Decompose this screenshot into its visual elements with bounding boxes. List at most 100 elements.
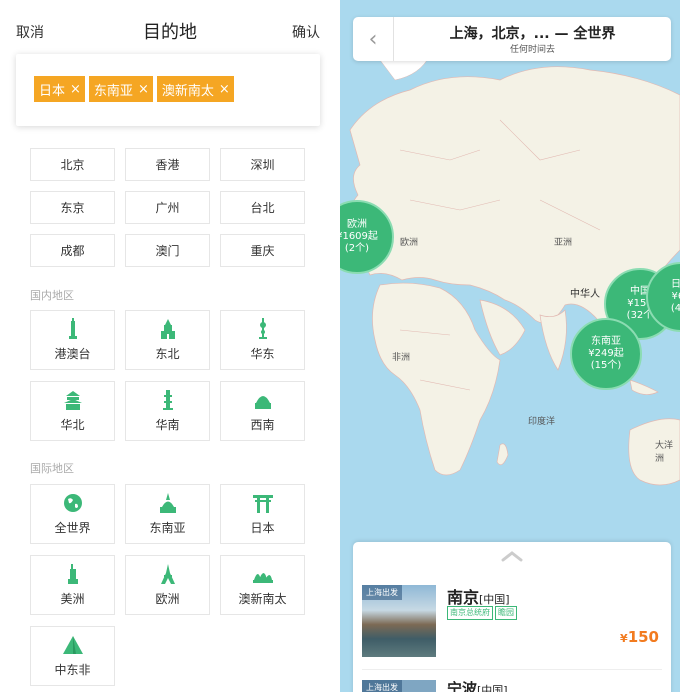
bubble-name: 东南亚 (591, 336, 621, 347)
selected-destinations: 日本 × 东南亚 × 澳新南太 × (16, 54, 320, 126)
city-chengdu[interactable]: 成都 (30, 234, 115, 267)
departure-tag: 上海出发 (362, 680, 402, 692)
city-chongqing[interactable]: 重庆 (220, 234, 305, 267)
region-label: 中东非 (54, 663, 91, 677)
bubble-price: ¥249起 (588, 348, 624, 359)
city-shenzhen[interactable]: 深圳 (220, 148, 305, 181)
attraction-tags: 南京总统府 瞻园 (447, 606, 517, 620)
region-north[interactable]: 华北 (30, 381, 115, 441)
selected-chip-oceania[interactable]: 澳新南太 × (156, 76, 234, 102)
bubble-name: 欧洲 (347, 219, 367, 230)
statue-of-liberty-icon (67, 564, 78, 584)
bubble-count: (4个 (670, 303, 680, 314)
pagoda-icon (162, 390, 173, 410)
map-label-africa: 非洲 (392, 353, 411, 363)
map-bubble-southeast-asia[interactable]: 东南亚 ¥249起 (15个) (570, 318, 642, 390)
city-tokyo[interactable]: 东京 (30, 191, 115, 224)
city-macau[interactable]: 澳门 (125, 234, 210, 267)
region-label: 美洲 (60, 592, 85, 606)
selected-chip-japan[interactable]: 日本 × (34, 76, 85, 102)
destination-name[interactable]: 宁波[中国] (447, 678, 508, 692)
region-world[interactable]: 全世界 (30, 484, 115, 544)
tv-tower-icon (258, 318, 267, 339)
bubble-price: ¥61 (671, 291, 680, 302)
international-section-label: 国际地区 (30, 462, 74, 475)
route-title: 上海，北京，... — 全世界 (449, 26, 616, 42)
confirm-button[interactable]: 确认 (292, 22, 320, 42)
route-subtitle: 任何时间去 (509, 45, 555, 55)
region-southwest[interactable]: 西南 (220, 381, 305, 441)
region-label: 澳新南太 (238, 592, 287, 606)
region-east[interactable]: 华东 (220, 310, 305, 370)
destination-price: ¥150 (620, 628, 659, 646)
cathedral-icon (160, 319, 175, 339)
city-taipei[interactable]: 台北 (220, 191, 305, 224)
region-southeast-asia[interactable]: 东南亚 (125, 484, 210, 544)
stupa-icon (159, 493, 176, 513)
region-label: 欧洲 (155, 592, 180, 606)
back-icon[interactable]: ‹ (353, 17, 394, 61)
region-label: 西南 (250, 418, 275, 432)
region-label: 东南亚 (149, 521, 186, 535)
remove-icon[interactable]: × (138, 82, 149, 97)
region-label: 华北 (60, 418, 85, 432)
region-label: 港澳台 (54, 347, 91, 361)
divider (362, 669, 662, 670)
search-bar[interactable]: ‹ 上海，北京，... — 全世界 任何时间去 (353, 17, 671, 61)
palace-icon (254, 396, 271, 409)
map-label-oceania: 大洋洲 (655, 441, 674, 464)
city-hongkong[interactable]: 香港 (125, 148, 210, 181)
globe-icon (63, 494, 82, 512)
region-europe[interactable]: 欧洲 (125, 555, 210, 615)
region-oceania[interactable]: 澳新南太 (220, 555, 305, 615)
attraction-tag: 瞻园 (495, 606, 517, 620)
region-japan[interactable]: 日本 (220, 484, 305, 544)
map-view[interactable]: ‹ 上海，北京，... — 全世界 任何时间去 欧洲 亚洲 中华人 非洲 印度洋… (340, 0, 680, 692)
currency-symbol: ¥ (620, 632, 628, 645)
region-label: 华南 (155, 418, 180, 432)
region-south[interactable]: 华南 (125, 381, 210, 441)
remove-icon[interactable]: × (219, 82, 230, 97)
map-label-europe: 欧洲 (400, 238, 419, 248)
bubble-count: (2个) (344, 243, 370, 254)
bubble-price: ¥1609起 (340, 231, 378, 242)
price-value: 150 (627, 628, 659, 646)
map-label-china: 中华人 (570, 289, 600, 300)
chip-label: 澳新南太 (161, 83, 214, 99)
region-americas[interactable]: 美洲 (30, 555, 115, 615)
domestic-section-label: 国内地区 (30, 289, 74, 302)
destination-country: [中国] (479, 593, 510, 606)
region-label: 日本 (250, 521, 275, 535)
chip-label: 东南亚 (93, 83, 133, 99)
destination-country: [中国] (477, 684, 508, 692)
region-label: 东北 (155, 347, 180, 361)
region-label: 全世界 (54, 521, 91, 535)
chevron-up-icon[interactable] (501, 550, 523, 562)
torii-icon (252, 495, 273, 513)
city-guangzhou[interactable]: 广州 (125, 191, 210, 224)
destination-photo[interactable]: 上海出发 (362, 680, 436, 692)
destination-photo[interactable]: 上海出发 (362, 585, 436, 657)
eiffel-tower-icon (160, 564, 175, 584)
destination-city: 南京 (447, 588, 480, 607)
bubble-count: (15个) (590, 360, 622, 371)
destination-list-card[interactable]: 上海出发 南京[中国] 南京总统府 瞻园 ¥150 上海出发 宁波[中国] (353, 542, 671, 692)
region-hk-macau-taiwan[interactable]: 港澳台 (30, 310, 115, 370)
remove-icon[interactable]: × (70, 82, 81, 97)
region-middle-east-africa[interactable]: 中东非 (30, 626, 115, 686)
destination-picker: 取消 目的地 确认 日本 × 东南亚 × 澳新南太 × 北京 香港 深圳 东京 广州 … (0, 0, 340, 692)
selected-chip-southeast-asia[interactable]: 东南亚 × (88, 76, 153, 102)
map-label-asia: 亚洲 (554, 238, 573, 248)
map-label-indian-ocean: 印度洋 (528, 417, 556, 427)
region-northeast[interactable]: 东北 (125, 310, 210, 370)
tower-icon (68, 318, 77, 339)
destination-name[interactable]: 南京[中国] (447, 584, 510, 608)
region-label: 华东 (250, 347, 275, 361)
page-title: 目的地 (143, 22, 197, 43)
departure-tag: 上海出发 (362, 585, 402, 600)
bubble-name: 日本 (671, 279, 680, 290)
city-beijing[interactable]: 北京 (30, 148, 115, 181)
temple-icon (63, 391, 82, 410)
attraction-tag: 南京总统府 (447, 606, 493, 620)
destination-city: 宁波 (447, 680, 478, 692)
